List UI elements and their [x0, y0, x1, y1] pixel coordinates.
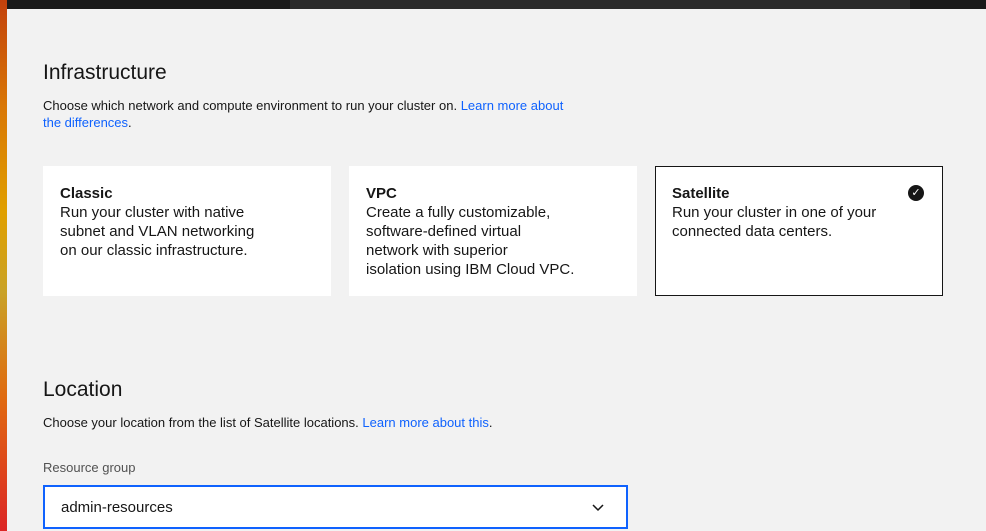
infrastructure-heading: Infrastructure	[43, 61, 167, 84]
resource-group-select[interactable]: admin-resources	[43, 485, 628, 529]
tile-desc-line: isolation using IBM Cloud VPC.	[366, 261, 575, 278]
location-description-text: Choose your location from the list of Sa…	[43, 415, 359, 430]
tile-desc-line: Run your cluster in one of your	[672, 204, 877, 221]
infra-tile-vpc[interactable]: VPC Create a fully customizable, softwar…	[349, 166, 637, 296]
top-header-bar	[7, 0, 986, 9]
learn-more-differences-link[interactable]: Learn more about	[461, 98, 564, 113]
tile-title: VPC	[366, 185, 397, 202]
infra-tile-satellite[interactable]: Satellite Run your cluster in one of you…	[655, 166, 943, 296]
tile-desc-line: network with superior	[366, 242, 508, 259]
infrastructure-description-text: Choose which network and compute environ…	[43, 98, 458, 113]
tile-title: Satellite	[672, 185, 730, 202]
learn-more-location-link[interactable]: Learn more about this	[362, 415, 488, 430]
location-description-period: .	[488, 415, 493, 430]
tile-desc-line: software-defined virtual	[366, 223, 522, 240]
header-tab-region	[290, 0, 910, 9]
location-description: Choose your location from the list of Sa…	[43, 414, 493, 431]
location-heading: Location	[43, 378, 123, 401]
tile-desc-line: connected data centers.	[672, 223, 833, 240]
tile-title: Classic	[60, 185, 113, 202]
tile-desc-line: Create a fully customizable,	[366, 204, 551, 221]
tile-desc-line: on our classic infrastructure.	[60, 242, 248, 259]
checkmark-filled-icon: ✓	[908, 185, 924, 201]
chevron-down-icon	[592, 504, 604, 512]
tile-desc-line: subnet and VLAN networking	[60, 223, 255, 240]
resource-group-label: Resource group	[43, 460, 136, 475]
infra-tile-classic[interactable]: Classic Run your cluster with native sub…	[43, 166, 331, 296]
infrastructure-description: Choose which network and compute environ…	[43, 97, 563, 131]
tile-desc-line: Run your cluster with native	[60, 204, 245, 221]
learn-more-differences-link-cont[interactable]: the differences	[43, 115, 128, 130]
infrastructure-description-period: .	[128, 115, 132, 130]
left-edge-stripe	[0, 0, 7, 531]
resource-group-value: admin-resources	[61, 499, 173, 516]
